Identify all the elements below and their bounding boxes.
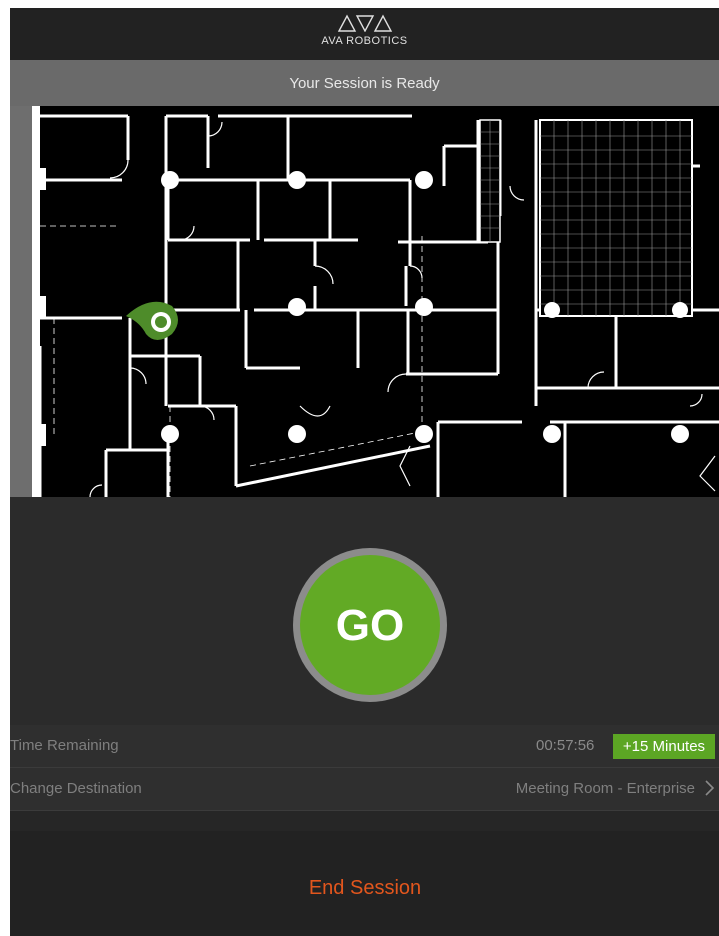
app-window: AVA ROBOTICS Your Session is Ready GO Ti… — [10, 8, 719, 936]
waypoint-dot-icon[interactable] — [161, 425, 179, 443]
waypoint-dot-icon[interactable] — [415, 298, 433, 316]
waypoint-dot-icon[interactable] — [543, 425, 561, 443]
grid-area-small — [479, 119, 501, 243]
end-session-area: End Session — [10, 831, 719, 936]
add-15-minutes-button[interactable]: +15 Minutes — [613, 734, 715, 759]
top-bar: AVA ROBOTICS — [10, 8, 719, 60]
time-remaining-value: 00:57:56 — [536, 737, 595, 754]
waypoint-dot-icon[interactable] — [415, 425, 433, 443]
waypoint-dot-icon[interactable] — [288, 171, 306, 189]
time-remaining-label: Time Remaining — [10, 737, 119, 754]
waypoint-dot-icon[interactable] — [161, 171, 179, 189]
ava-triangles-logo-icon — [337, 14, 393, 32]
change-destination-label: Change Destination — [10, 780, 142, 797]
waypoint-dot-icon[interactable] — [288, 425, 306, 443]
go-button[interactable]: GO — [300, 555, 440, 695]
session-status-text: Your Session is Ready — [289, 75, 440, 92]
waypoint-dot-icon[interactable] — [671, 425, 689, 443]
grid-area-large — [539, 119, 693, 317]
waypoint-dot-icon[interactable] — [288, 298, 306, 316]
time-remaining-row: Time Remaining 00:57:56 +15 Minutes — [10, 725, 719, 768]
brand-name: AVA ROBOTICS — [321, 35, 408, 47]
floor-plan-map[interactable] — [10, 106, 719, 497]
floor-plan-drawing — [10, 106, 719, 497]
chevron-right-icon — [705, 780, 715, 796]
go-label: GO — [335, 601, 405, 650]
go-area: GO — [10, 497, 719, 725]
destination-value: Meeting Room - Enterprise — [515, 780, 695, 797]
change-destination-row[interactable]: Change Destination Meeting Room - Enterp… — [10, 768, 719, 811]
section-divider — [10, 811, 719, 831]
robot-location-pin-icon — [126, 301, 178, 340]
session-status-bar: Your Session is Ready — [10, 60, 719, 106]
waypoint-dot-icon[interactable] — [415, 171, 433, 189]
waypoint-dot-icon[interactable] — [544, 302, 560, 318]
waypoint-dot-icon[interactable] — [672, 302, 688, 318]
end-session-button[interactable]: End Session — [240, 871, 490, 905]
